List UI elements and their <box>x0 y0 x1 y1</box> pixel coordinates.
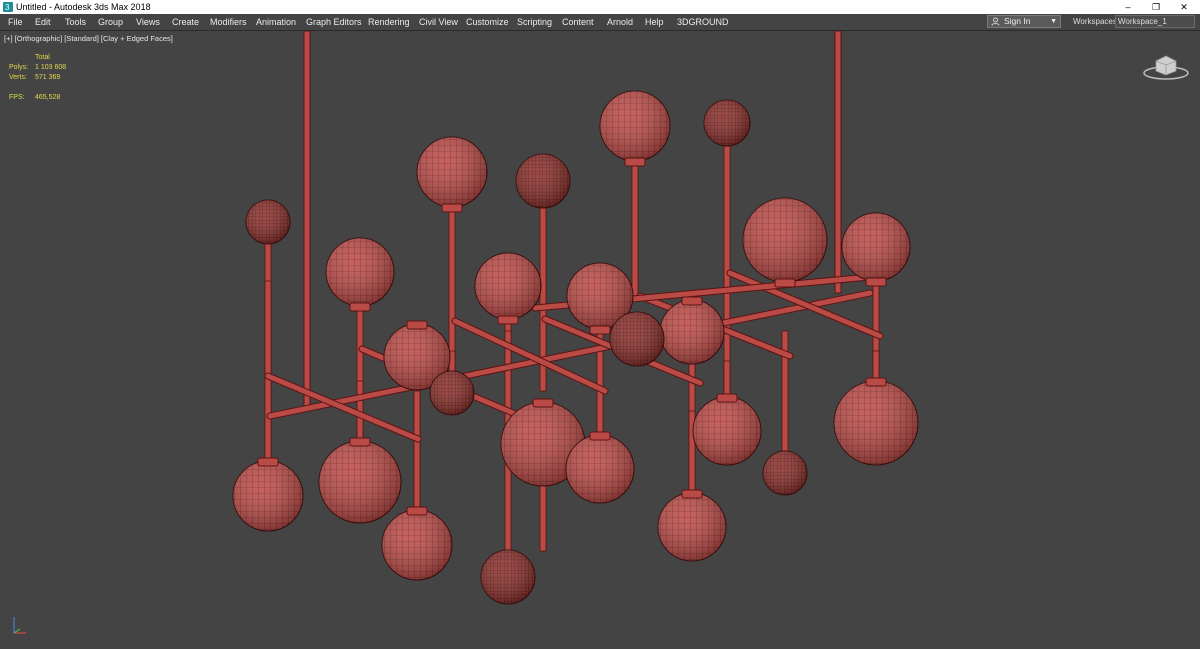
workspace-select[interactable]: Workspace_1 <box>1115 15 1195 28</box>
globe-cap <box>406 506 428 516</box>
menu-content[interactable]: Content <box>562 14 594 30</box>
menu-graph-editors[interactable]: Graph Editors <box>306 14 362 30</box>
globe-cap <box>349 437 371 447</box>
globe-cap <box>532 398 554 408</box>
globe-cap <box>624 157 646 167</box>
globe-shading <box>382 510 452 580</box>
globe-cap <box>774 278 796 288</box>
globe-cap <box>865 277 887 287</box>
globe-shading <box>319 441 401 523</box>
title-bar: 3 Untitled - Autodesk 3ds Max 2018 – ❐ ✕ <box>0 0 1200 14</box>
globe-shading <box>610 312 664 366</box>
globe-shading <box>658 493 726 561</box>
menu-scripting[interactable]: Scripting <box>517 14 552 30</box>
sign-in-label: Sign In <box>1004 16 1031 26</box>
globe-cap <box>497 315 519 325</box>
globe-shading <box>693 397 761 465</box>
menu-group[interactable]: Group <box>98 14 123 30</box>
menu-animation[interactable]: Animation <box>256 14 296 30</box>
axis-tripod-icon <box>13 617 26 634</box>
globe-cap <box>589 325 611 335</box>
globe-shading <box>704 100 750 146</box>
menu-views[interactable]: Views <box>136 14 160 30</box>
globe-shading <box>326 238 394 306</box>
chandelier-model[interactable] <box>0 31 1200 649</box>
globe-cap <box>716 393 738 403</box>
globe-shading <box>233 461 303 531</box>
globe-shading <box>481 550 535 604</box>
globe-shading <box>600 91 670 161</box>
svg-text:3: 3 <box>5 3 10 12</box>
globe-cap <box>681 296 703 306</box>
restore-button[interactable]: ❐ <box>1142 0 1170 14</box>
globe-shading <box>566 435 634 503</box>
menu-modifiers[interactable]: Modifiers <box>210 14 247 30</box>
ceiling-rod <box>834 31 842 294</box>
menu-rendering[interactable]: Rendering <box>368 14 410 30</box>
globe-shading <box>430 371 474 415</box>
globe-shading <box>660 300 724 364</box>
close-button[interactable]: ✕ <box>1170 0 1198 14</box>
menu-3dground[interactable]: 3DGROUND <box>677 14 729 30</box>
menu-create[interactable]: Create <box>172 14 199 30</box>
globe-shading <box>516 154 570 208</box>
sign-in-dropdown[interactable]: Sign In ▼ <box>987 15 1061 28</box>
menu-help[interactable]: Help <box>645 14 664 30</box>
globe-shading <box>475 253 541 319</box>
menu-edit[interactable]: Edit <box>35 14 51 30</box>
globe-shading <box>834 381 918 465</box>
globe-cap <box>865 377 887 387</box>
menu-file[interactable]: File <box>8 14 23 30</box>
globe-cap <box>681 489 703 499</box>
minimize-button[interactable]: – <box>1114 0 1142 14</box>
globe-shading <box>763 451 807 495</box>
globe-cap <box>257 457 279 467</box>
globe-cap <box>406 320 428 330</box>
menu-tools[interactable]: Tools <box>65 14 86 30</box>
workspaces-label: Workspaces: <box>1073 17 1120 26</box>
frame-bar-face <box>265 373 421 442</box>
globe-shading <box>743 198 827 282</box>
window-title: Untitled - Autodesk 3ds Max 2018 <box>16 2 151 12</box>
menu-arnold[interactable]: Arnold <box>607 14 633 30</box>
globe-cap <box>441 203 463 213</box>
globe-shading <box>417 137 487 207</box>
menu-customize[interactable]: Customize <box>466 14 509 30</box>
3dsmax-logo-icon: 3 <box>3 2 13 12</box>
ceiling-rod <box>303 31 311 410</box>
globe-cap <box>589 431 611 441</box>
chevron-down-icon: ▼ <box>1050 18 1057 25</box>
viewcube-icon[interactable] <box>1142 51 1190 81</box>
user-icon <box>991 17 1000 26</box>
globe-shading <box>842 213 910 281</box>
menu-civil-view[interactable]: Civil View <box>419 14 458 30</box>
globe-cap <box>349 302 371 312</box>
globe-shading <box>246 200 290 244</box>
viewport-orthographic[interactable]: [+] [Orthographic] [Standard] [Clay + Ed… <box>0 31 1200 649</box>
